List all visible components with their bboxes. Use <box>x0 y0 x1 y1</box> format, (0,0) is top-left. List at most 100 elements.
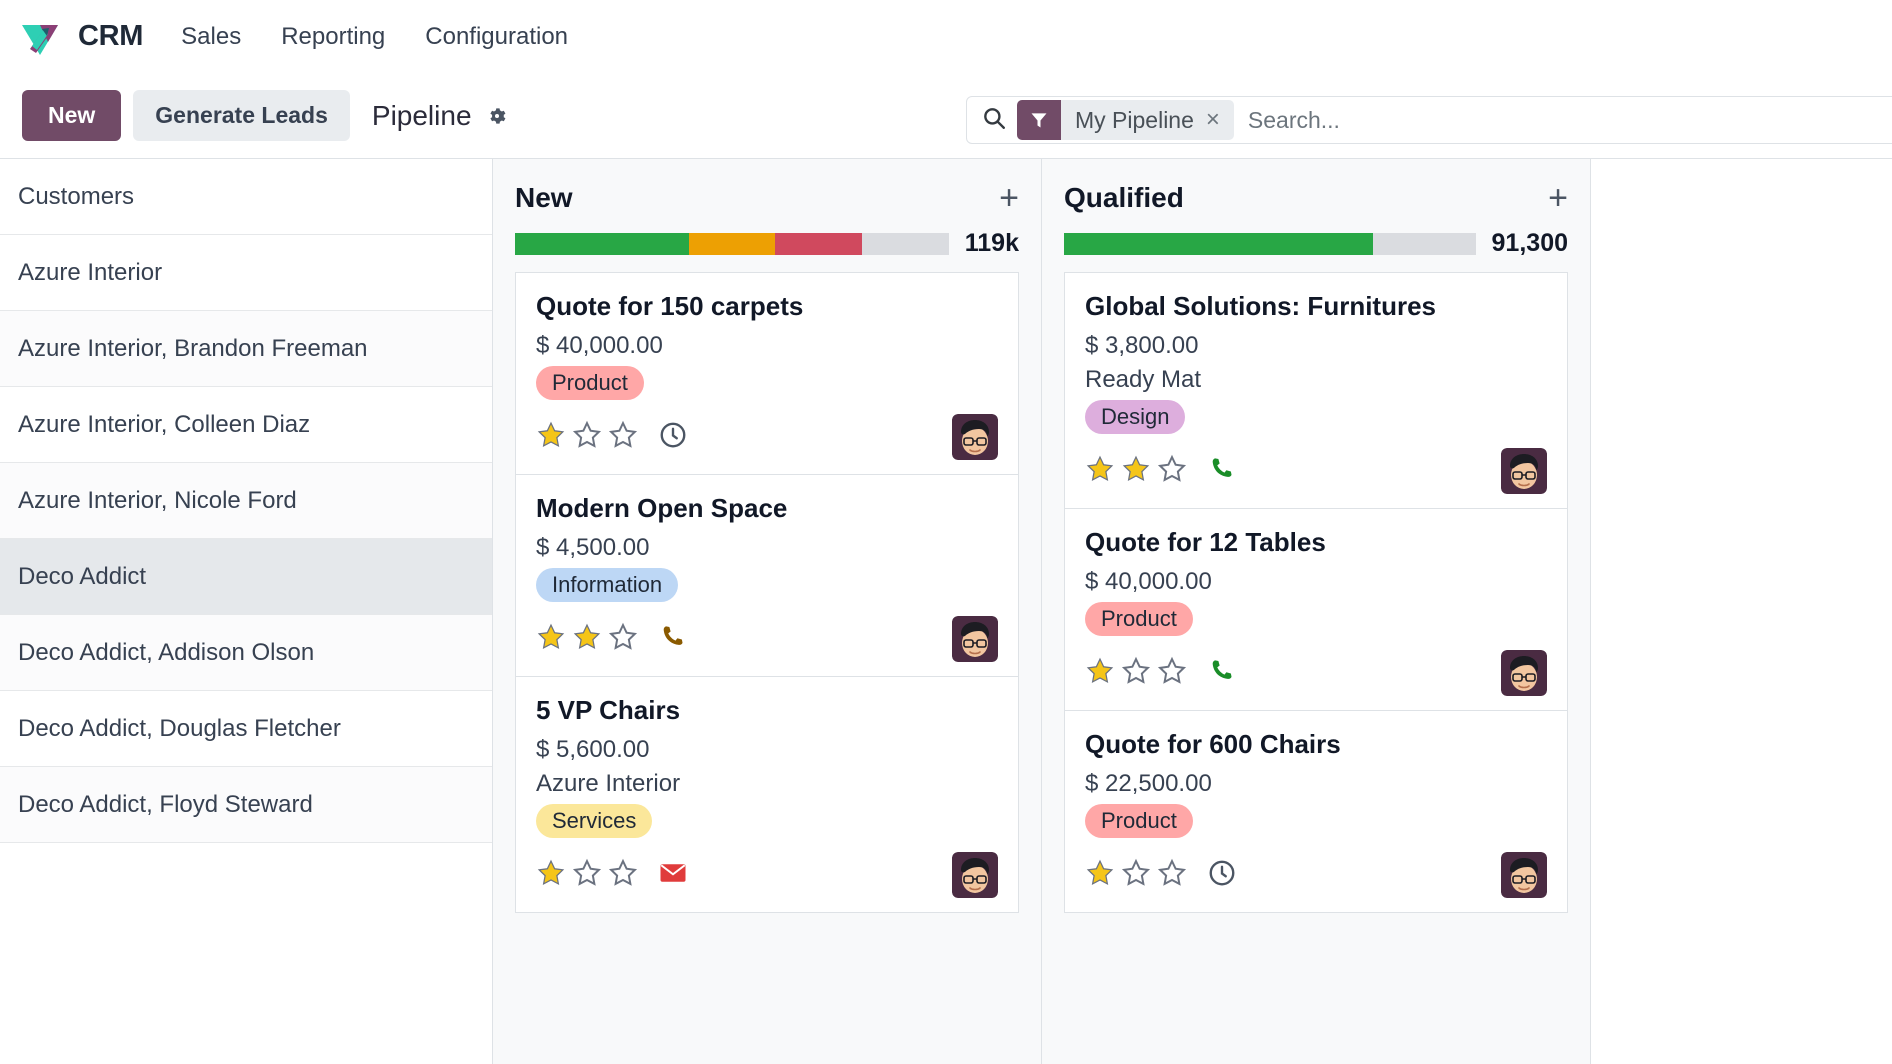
star-icon-empty[interactable] <box>1157 858 1187 888</box>
card-priority-stars <box>1085 454 1187 484</box>
star-icon-empty[interactable] <box>572 420 602 450</box>
card-tag[interactable]: Information <box>536 568 678 602</box>
search-input[interactable] <box>1234 97 1892 143</box>
kanban-progress-row: 119k <box>493 219 1041 272</box>
sidebar-item-customers[interactable]: Customers <box>0 159 492 235</box>
card-title: Global Solutions: Furnitures <box>1085 291 1547 322</box>
avatar[interactable] <box>952 852 998 898</box>
sidebar-item-deco-addict[interactable]: Deco Addict <box>0 539 492 615</box>
sidebar-item-azure-interior-colleen-diaz[interactable]: Azure Interior, Colleen Diaz <box>0 387 492 463</box>
star-icon-empty[interactable] <box>1121 858 1151 888</box>
star-icon-filled[interactable] <box>572 622 602 652</box>
card-amount: $ 4,500.00 <box>536 534 998 562</box>
search-view[interactable]: My Pipeline × <box>966 96 1892 144</box>
sidebar-item-azure-interior-nicole-ford[interactable]: Azure Interior, Nicole Ford <box>0 463 492 539</box>
kanban-card[interactable]: 5 VP Chairs $ 5,600.00 Azure Interior Se… <box>515 676 1019 913</box>
card-footer <box>1085 446 1547 492</box>
kanban-column-qualified: Qualified + 91,300 Global Solutions: Fur… <box>1042 159 1591 1064</box>
phone-icon[interactable] <box>1207 656 1237 686</box>
kanban-column-header: Qualified + <box>1042 159 1590 219</box>
card-footer <box>536 850 998 896</box>
sidebar-item-deco-addict-floyd-steward[interactable]: Deco Addict, Floyd Steward <box>0 767 492 843</box>
card-tag[interactable]: Design <box>1085 400 1185 434</box>
brand-name: CRM <box>78 20 143 53</box>
card-footer <box>536 614 998 660</box>
star-icon-empty[interactable] <box>608 420 638 450</box>
star-icon-filled[interactable] <box>1085 454 1115 484</box>
card-title: Quote for 150 carpets <box>536 291 998 322</box>
kanban-column-count: 119k <box>965 229 1019 258</box>
card-footer <box>1085 850 1547 896</box>
new-button[interactable]: New <box>22 90 121 142</box>
star-icon-filled[interactable] <box>1085 656 1115 686</box>
card-tag[interactable]: Product <box>536 366 644 400</box>
top-navbar: CRM Sales Reporting Configuration <box>0 0 1892 73</box>
card-tag[interactable]: Product <box>1085 804 1193 838</box>
star-icon-filled[interactable] <box>1085 858 1115 888</box>
card-priority-stars <box>1085 858 1187 888</box>
star-icon-filled[interactable] <box>536 420 566 450</box>
kanban-progress-bar[interactable] <box>1064 233 1476 255</box>
kanban-card[interactable]: Quote for 150 carpets $ 40,000.00 Produc… <box>515 272 1019 474</box>
card-title: Modern Open Space <box>536 493 998 524</box>
avatar[interactable] <box>952 616 998 662</box>
card-partner: Azure Interior <box>536 770 998 798</box>
main-content: Customers Azure Interior Azure Interior,… <box>0 158 1892 1064</box>
card-title: 5 VP Chairs <box>536 695 998 726</box>
star-icon-empty[interactable] <box>608 858 638 888</box>
star-icon-filled[interactable] <box>536 858 566 888</box>
card-tag[interactable]: Product <box>1085 602 1193 636</box>
avatar[interactable] <box>1501 650 1547 696</box>
mail-icon[interactable] <box>658 858 688 888</box>
kanban-card[interactable]: Quote for 600 Chairs $ 22,500.00 Product <box>1064 710 1568 913</box>
card-tag[interactable]: Services <box>536 804 652 838</box>
sidebar-item-deco-addict-addison-olson[interactable]: Deco Addict, Addison Olson <box>0 615 492 691</box>
star-icon-filled[interactable] <box>1121 454 1151 484</box>
nav-link-sales[interactable]: Sales <box>181 23 241 51</box>
card-amount: $ 3,800.00 <box>1085 332 1547 360</box>
star-icon-filled[interactable] <box>536 622 566 652</box>
kanban-progress-row: 91,300 <box>1042 219 1590 272</box>
kanban-progress-bar[interactable] <box>515 233 949 255</box>
kanban-column-header: New + <box>493 159 1041 219</box>
sidebar-customers-panel: Customers Azure Interior Azure Interior,… <box>0 159 493 1064</box>
star-icon-empty[interactable] <box>1157 656 1187 686</box>
star-icon-empty[interactable] <box>572 858 602 888</box>
control-panel: New Generate Leads Pipeline My Pipeline … <box>0 73 1892 158</box>
plus-icon[interactable]: + <box>1548 181 1568 215</box>
avatar[interactable] <box>1501 448 1547 494</box>
phone-icon[interactable] <box>1207 454 1237 484</box>
kanban-card[interactable]: Modern Open Space $ 4,500.00 Information <box>515 474 1019 676</box>
gear-icon[interactable] <box>486 105 508 127</box>
close-icon[interactable]: × <box>1202 100 1234 140</box>
sidebar-item-azure-interior[interactable]: Azure Interior <box>0 235 492 311</box>
kanban-card[interactable]: Quote for 12 Tables $ 40,000.00 Product <box>1064 508 1568 710</box>
card-amount: $ 5,600.00 <box>536 736 998 764</box>
avatar[interactable] <box>1501 852 1547 898</box>
kanban-column-new: New + 119k Quote for 150 carpets $ 40,00… <box>493 159 1042 1064</box>
card-amount: $ 40,000.00 <box>1085 568 1547 596</box>
star-icon-empty[interactable] <box>1157 454 1187 484</box>
kanban-view: New + 119k Quote for 150 carpets $ 40,00… <box>493 159 1892 1064</box>
kanban-column-title: Qualified <box>1064 182 1184 214</box>
kanban-card[interactable]: Global Solutions: Furnitures $ 3,800.00 … <box>1064 272 1568 508</box>
search-facet-my-pipeline[interactable]: My Pipeline × <box>1017 100 1234 140</box>
star-icon-empty[interactable] <box>608 622 638 652</box>
clock-icon[interactable] <box>658 420 688 450</box>
kanban-column-count: 91,300 <box>1492 229 1568 258</box>
progress-segment-green <box>1064 233 1373 255</box>
card-title: Quote for 600 Chairs <box>1085 729 1547 760</box>
search-facet-label: My Pipeline <box>1061 100 1202 140</box>
sidebar-item-deco-addict-douglas-fletcher[interactable]: Deco Addict, Douglas Fletcher <box>0 691 492 767</box>
phone-icon[interactable] <box>658 622 688 652</box>
nav-link-configuration[interactable]: Configuration <box>425 23 568 51</box>
generate-leads-button[interactable]: Generate Leads <box>133 90 350 142</box>
star-icon-empty[interactable] <box>1121 656 1151 686</box>
brand-home-link[interactable]: CRM <box>18 15 143 59</box>
sidebar-item-azure-interior-brandon-freeman[interactable]: Azure Interior, Brandon Freeman <box>0 311 492 387</box>
plus-icon[interactable]: + <box>999 181 1019 215</box>
avatar[interactable] <box>952 414 998 460</box>
clock-icon[interactable] <box>1207 858 1237 888</box>
search-icon <box>981 105 1017 136</box>
nav-link-reporting[interactable]: Reporting <box>281 23 385 51</box>
